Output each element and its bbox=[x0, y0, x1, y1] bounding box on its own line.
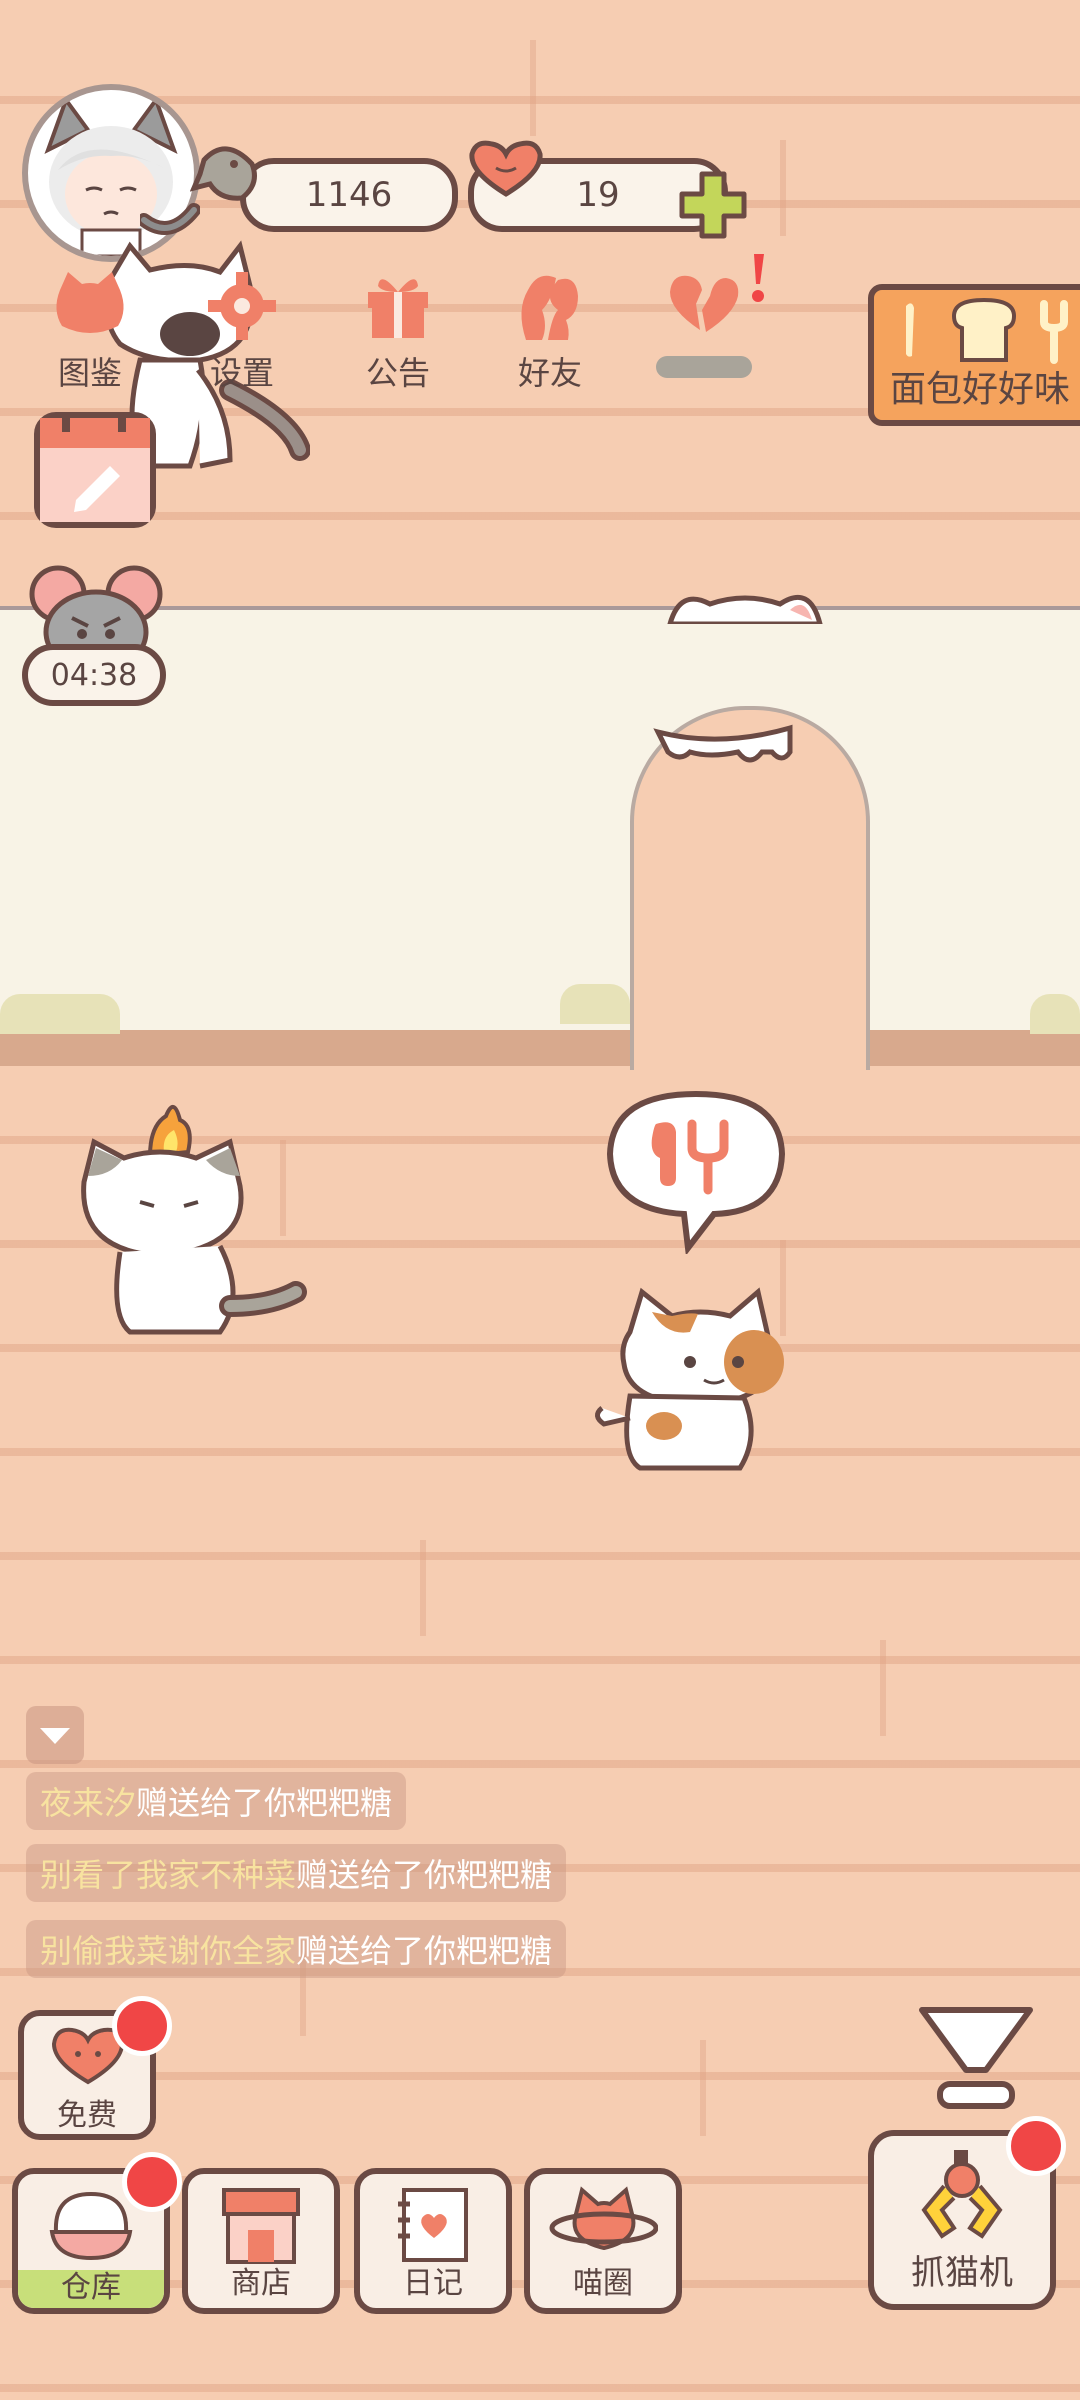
nav-shop[interactable]: 商店 bbox=[182, 2168, 340, 2314]
shop-stall-icon bbox=[222, 2188, 300, 2264]
wall-moss bbox=[560, 984, 630, 1024]
chat-text: 赠送给了你粑粑糖 bbox=[136, 1784, 393, 1822]
menu-friends-label: 好友 bbox=[517, 354, 582, 392]
claw-icon bbox=[921, 2150, 1003, 2239]
menu-friends[interactable]: 好友 bbox=[486, 270, 614, 398]
rice-bowl-icon bbox=[49, 2191, 133, 2261]
calico-cat-sprite[interactable] bbox=[590, 1286, 810, 1476]
locked-label-bar bbox=[656, 356, 752, 378]
menu-catalog[interactable]: 图鉴 bbox=[26, 270, 154, 398]
brick-seam bbox=[530, 40, 536, 136]
diary-calendar-button[interactable] bbox=[34, 408, 156, 528]
claw-machine-top-icon bbox=[919, 2007, 1033, 2109]
broken-heart-icon bbox=[670, 275, 739, 332]
heart-icon bbox=[469, 140, 543, 197]
claw-machine-label: 抓猫机 bbox=[911, 2253, 1013, 2293]
free-badge bbox=[112, 1996, 172, 2056]
event-banner-bread[interactable]: 面包好好味 bbox=[868, 284, 1080, 426]
brick-seam bbox=[700, 2040, 706, 2136]
fish-counter: 1146 bbox=[240, 158, 458, 232]
menu-announcement[interactable]: 公告 bbox=[334, 270, 462, 398]
nav-diary-label: 日记 bbox=[403, 2266, 463, 2301]
chat-user: 别偷我菜谢你全家 bbox=[40, 1932, 297, 1970]
arch-cat-legs[interactable] bbox=[650, 712, 800, 772]
friends-icon bbox=[521, 275, 578, 340]
menu-announcement-label: 公告 bbox=[365, 354, 430, 392]
chat-collapse-button[interactable] bbox=[26, 1706, 84, 1764]
chat-user: 别看了我家不种菜 bbox=[40, 1856, 297, 1894]
timer-value: 04:38 bbox=[50, 657, 138, 693]
chat-user: 夜来汐 bbox=[40, 1784, 137, 1822]
wall-moss bbox=[1030, 994, 1080, 1034]
gear-icon bbox=[208, 272, 276, 340]
menu-settings[interactable]: 设置 bbox=[178, 270, 306, 398]
hungry-speech-bubble[interactable] bbox=[604, 1088, 788, 1254]
brick-seam bbox=[780, 140, 786, 236]
add-hearts-button[interactable] bbox=[676, 168, 750, 242]
wall-moss bbox=[0, 994, 120, 1034]
grumpy-cat-sprite[interactable] bbox=[70, 1096, 310, 1346]
free-label: 免费 bbox=[57, 2098, 117, 2133]
heart-count: 19 bbox=[576, 175, 620, 215]
nav-shop-label: 商店 bbox=[231, 2266, 291, 2301]
diary-book-icon bbox=[398, 2188, 468, 2262]
brick-seam bbox=[880, 1640, 886, 1736]
chat-message: 别偷我菜谢你全家 赠送给了你粑粑糖 bbox=[26, 1920, 567, 1978]
chat-text: 赠送给了你粑粑糖 bbox=[296, 1932, 553, 1970]
chevron-down-icon bbox=[40, 1728, 70, 1744]
cat-planet-icon bbox=[549, 2186, 658, 2251]
nav-diary[interactable]: 日记 bbox=[354, 2168, 512, 2314]
wall-baseboard bbox=[0, 1030, 1080, 1066]
fish-icon bbox=[190, 146, 257, 201]
chat-message: 别看了我家不种菜 赠送给了你粑粑糖 bbox=[26, 1844, 567, 1902]
notification-exclamation-icon bbox=[752, 254, 764, 302]
peeking-cat-ears[interactable] bbox=[660, 584, 830, 624]
menu-catalog-label: 图鉴 bbox=[57, 354, 122, 392]
cat-head-icon bbox=[56, 272, 124, 333]
calendar-pencil-icon bbox=[40, 408, 150, 522]
brick-seam bbox=[420, 1540, 426, 1636]
bread-utensils-icon bbox=[906, 297, 1068, 364]
fish-count: 1146 bbox=[305, 175, 393, 215]
nav-cat-circle-label: 喵圈 bbox=[573, 2266, 633, 2301]
event-banner-label: 面包好好味 bbox=[890, 369, 1071, 410]
gift-icon bbox=[368, 279, 428, 338]
timer-badge: 04:38 bbox=[22, 644, 166, 706]
claw-machine-badge bbox=[1006, 2116, 1066, 2176]
chat-text: 赠送给了你粑粑糖 bbox=[296, 1856, 553, 1894]
warehouse-badge bbox=[122, 2152, 182, 2212]
menu-settings-label: 设置 bbox=[209, 354, 274, 392]
nav-warehouse-label: 仓库 bbox=[61, 2270, 121, 2305]
chat-message: 夜来汐 赠送给了你粑粑糖 bbox=[26, 1772, 407, 1830]
nav-cat-circle[interactable]: 喵圈 bbox=[524, 2168, 682, 2314]
